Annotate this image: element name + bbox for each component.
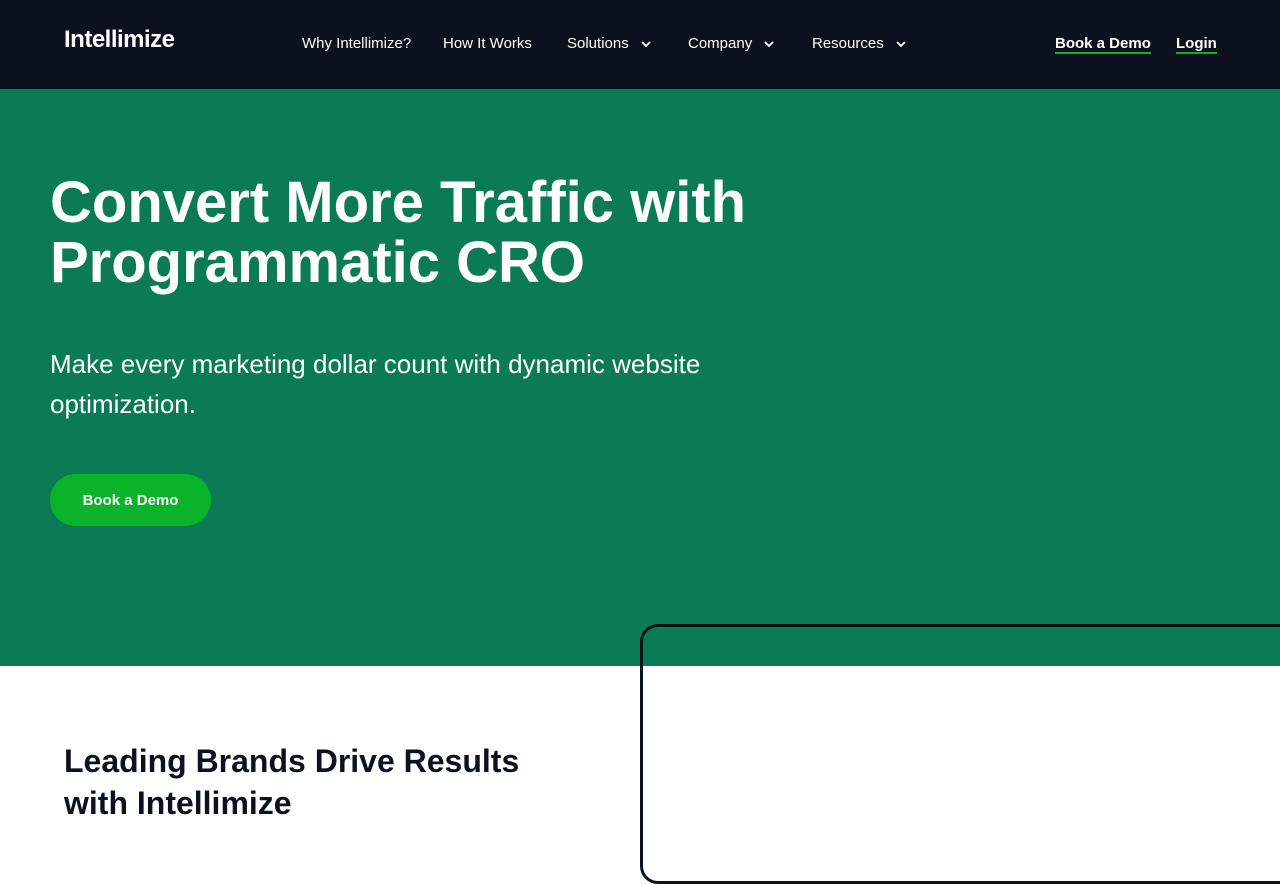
- nav-item-label: How It Works: [443, 35, 532, 52]
- brands-section-title: Leading Brands Drive Results with Intell…: [64, 743, 520, 821]
- chevron-down-icon: [764, 40, 774, 47]
- nav-item-how-it-works[interactable]: How It Works: [443, 35, 532, 52]
- nav-item-label: Resources: [812, 35, 884, 52]
- intellimize-logo[interactable]: Intellimize: [64, 26, 175, 54]
- nav-item-label: Company: [688, 35, 753, 52]
- nav-item-solutions[interactable]: Solutions: [567, 35, 653, 52]
- hero-section: Convert More Traffic with Programmatic C…: [0, 89, 1280, 666]
- top-navigation: Intellimize Why Intellimize? How It Work…: [0, 0, 1280, 89]
- nav-login-link[interactable]: Login: [1176, 35, 1217, 54]
- nav-book-demo-link[interactable]: Book a Demo: [1055, 35, 1151, 54]
- product-preview-frame: [640, 624, 1280, 884]
- nav-item-resources[interactable]: Resources: [812, 35, 908, 52]
- nav-item-company[interactable]: Company: [688, 35, 776, 52]
- nav-item-label: Solutions: [567, 35, 629, 52]
- chevron-down-icon: [896, 40, 906, 47]
- nav-item-label: Why Intellimize?: [302, 35, 412, 52]
- hero-book-demo-button[interactable]: Book a Demo: [50, 474, 211, 526]
- hero-title: Convert More Traffic with Programmatic C…: [50, 170, 747, 295]
- chevron-down-icon: [641, 40, 651, 47]
- nav-item-why-intellimize[interactable]: Why Intellimize?: [302, 35, 411, 52]
- hero-subtitle: Make every marketing dollar count with d…: [50, 349, 701, 419]
